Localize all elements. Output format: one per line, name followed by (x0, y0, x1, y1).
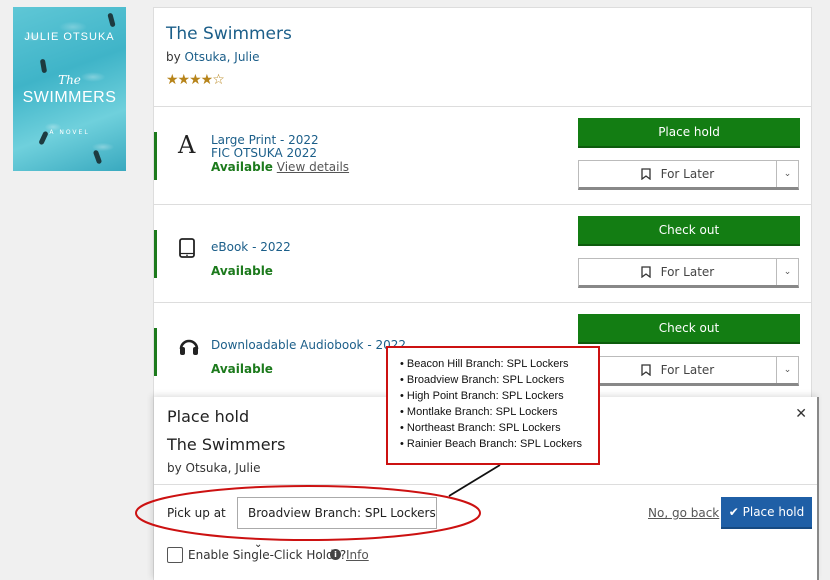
cover-title: SWIMMERS (22, 89, 117, 106)
no-go-back-link[interactable]: No, go back (648, 506, 719, 520)
format-row-large-print: A Large Print - 2022 FIC OTSUKA 2022 Ava… (154, 107, 811, 205)
dialog-divider (154, 484, 817, 485)
locker-location-item: Broadview Branch: SPL Lockers (400, 372, 598, 388)
confirm-place-hold-button[interactable]: ✔ Place hold (721, 497, 812, 529)
for-later-button[interactable]: For Later (579, 357, 776, 383)
for-later-button-group: For Later ⌄ (578, 258, 799, 288)
format-link[interactable]: eBook - 2022 (211, 241, 291, 254)
availability-status: Available (211, 362, 273, 376)
for-later-label: For Later (660, 265, 715, 279)
chevron-down-icon: ⌄ (783, 169, 792, 179)
format-info: Large Print - 2022 FIC OTSUKA 2022 Avail… (211, 134, 349, 174)
shelf-dropdown-toggle[interactable]: ⌄ (776, 357, 798, 383)
bookmark-icon (641, 265, 661, 279)
cover-author: JULIE OTSUKA (24, 31, 115, 43)
title-header: The Swimmers by Otsuka, Julie ★★★★☆ (154, 8, 811, 107)
availability-bar (154, 328, 157, 376)
headphones-icon (178, 336, 200, 358)
star-rating: ★★★★☆ (166, 72, 225, 88)
bookmark-icon (641, 167, 661, 181)
for-later-button[interactable]: For Later (579, 259, 776, 285)
shelf-dropdown-toggle[interactable]: ⌄ (776, 161, 798, 187)
view-details-link[interactable]: View details (277, 160, 349, 174)
shelf-dropdown-toggle[interactable]: ⌄ (776, 259, 798, 285)
availability-status: Available (211, 160, 273, 174)
author-link[interactable]: Otsuka, Julie (185, 50, 260, 64)
check-out-button[interactable]: Check out (578, 314, 800, 344)
for-later-label: For Later (660, 363, 715, 377)
bookmark-icon (641, 363, 661, 377)
chevron-down-icon: ⌄ (783, 365, 792, 375)
locker-location-item: Beacon Hill Branch: SPL Lockers (400, 356, 598, 372)
dialog-title: Place hold (167, 407, 250, 426)
availability-status: Available (211, 264, 273, 278)
chevron-down-icon: ⌄ (783, 267, 792, 277)
info-link[interactable]: Info (346, 548, 369, 562)
format-info: Downloadable Audiobook - 2022 Available (211, 339, 406, 376)
pickup-location-select[interactable]: Broadview Branch: SPL Lockers ⌄ (237, 497, 437, 550)
tablet-icon (178, 238, 200, 260)
dialog-book-title: The Swimmers (167, 435, 286, 454)
locker-location-item: High Point Branch: SPL Lockers (400, 388, 598, 404)
dialog-byline: by Otsuka, Julie (167, 461, 261, 475)
check-out-button[interactable]: Check out (578, 216, 800, 246)
for-later-button-group: For Later ⌄ (578, 160, 799, 190)
byline: by Otsuka, Julie (166, 50, 799, 64)
cover-subtitle: A NOVEL (49, 129, 90, 136)
single-click-holds-checkbox[interactable] (167, 547, 183, 563)
cover-the: The (58, 73, 81, 87)
format-info: eBook - 2022 Available (211, 241, 291, 278)
locker-locations-callout: Beacon Hill Branch: SPL Lockers Broadvie… (386, 346, 600, 465)
format-link[interactable]: Downloadable Audiobook - 2022 (211, 339, 406, 352)
for-later-label: For Later (660, 167, 715, 181)
call-number: FIC OTSUKA 2022 (211, 146, 318, 160)
close-icon[interactable]: ✕ (795, 406, 807, 422)
book-title-link[interactable]: The Swimmers (166, 24, 799, 44)
for-later-button[interactable]: For Later (579, 161, 776, 187)
locker-location-item: Montlake Branch: SPL Lockers (400, 404, 598, 420)
place-hold-button[interactable]: Place hold (578, 118, 800, 148)
large-print-icon: A (178, 131, 196, 159)
book-cover[interactable]: JULIE OTSUKA The SWIMMERS A NOVEL (13, 7, 126, 171)
locker-location-item: Rainier Beach Branch: SPL Lockers (400, 436, 598, 452)
locker-location-item: Northeast Branch: SPL Lockers (400, 420, 598, 436)
byline-prefix: by (166, 50, 181, 64)
availability-bar (154, 132, 157, 180)
format-row-ebook: eBook - 2022 Available Check out For Lat… (154, 205, 811, 303)
pickup-location-value: Broadview Branch: SPL Lockers (248, 506, 436, 520)
availability-bar (154, 230, 157, 278)
single-click-holds-label: Enable Single-Click Holds? (188, 548, 347, 562)
locker-locations-list: Beacon Hill Branch: SPL Lockers Broadvie… (400, 356, 598, 452)
for-later-button-group: For Later ⌄ (578, 356, 799, 386)
pickup-label: Pick up at (167, 506, 226, 520)
info-icon: i (330, 549, 341, 560)
